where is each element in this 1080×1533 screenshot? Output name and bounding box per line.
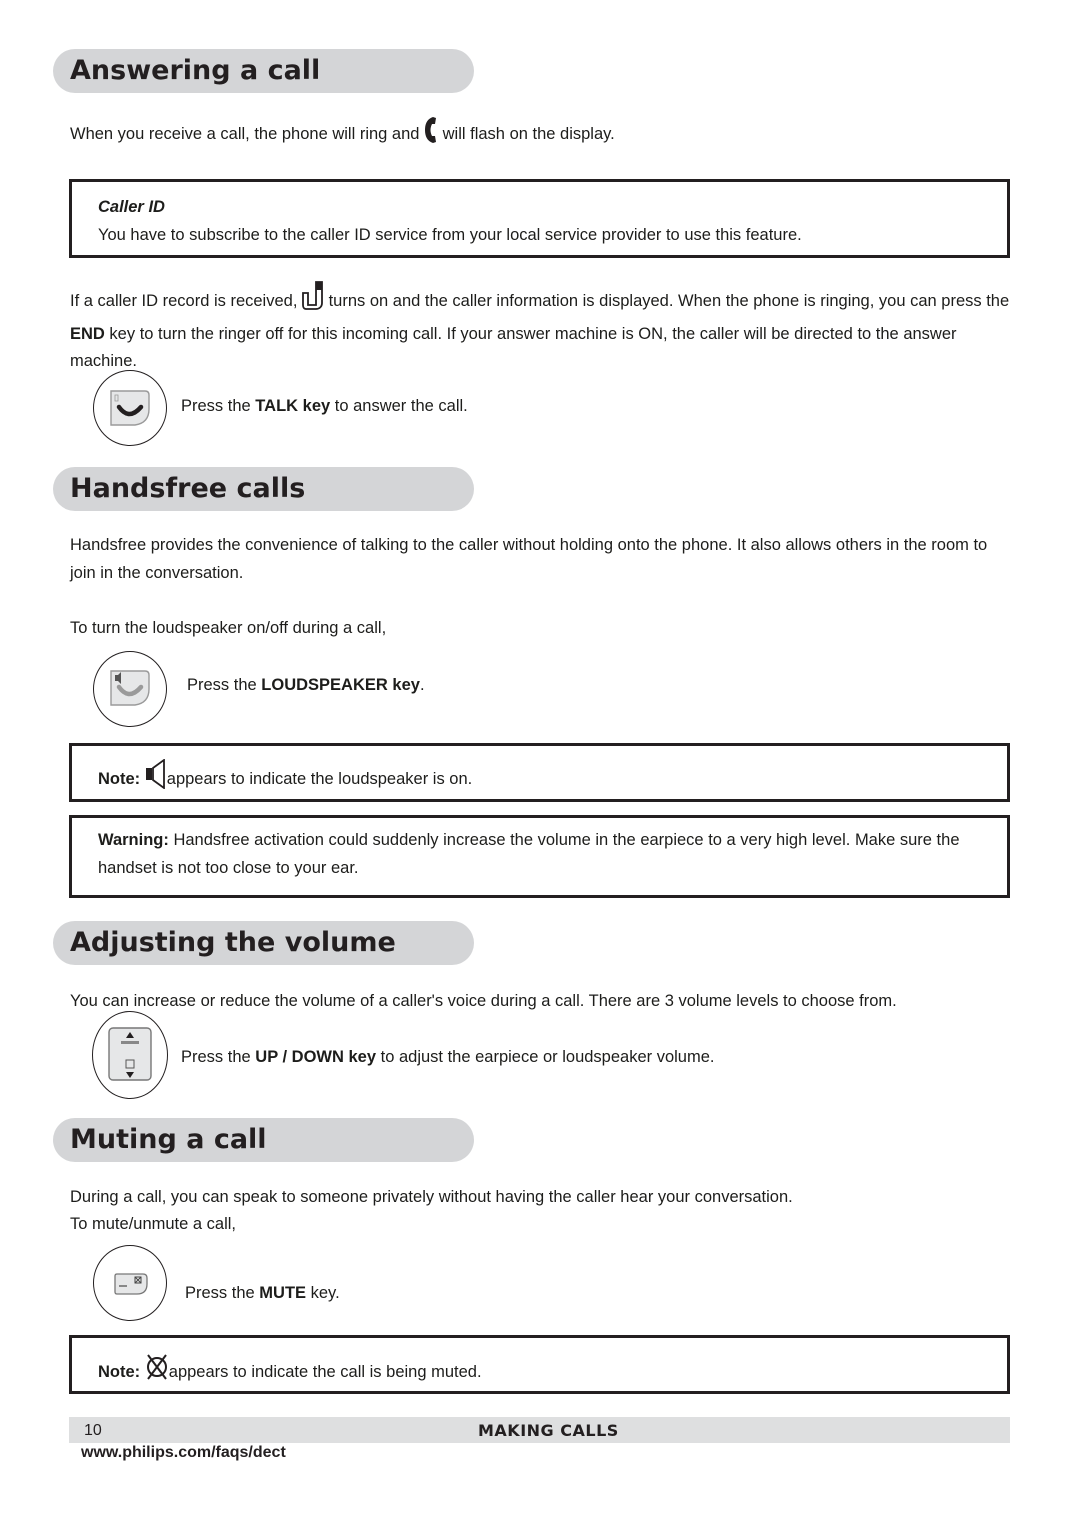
instruction-suffix: key. <box>306 1284 340 1302</box>
intro-text-2: will flash on the display. <box>438 125 615 143</box>
talk-key-illustration <box>93 370 167 446</box>
page-number: 10 <box>84 1422 102 1439</box>
loudspeaker-note-box: Note: appears to indicate the loudspeake… <box>69 743 1010 802</box>
instruction-prefix: Press the <box>181 397 256 415</box>
section-heading-muting: Muting a call <box>53 1118 474 1162</box>
caller-id-text-2: turns on and the caller information is d… <box>324 292 1010 310</box>
caller-id-box-text: You have to subscribe to the caller ID s… <box>98 226 802 244</box>
mute-key-label: MUTE <box>259 1284 307 1302</box>
note-label: Note: <box>98 1363 141 1381</box>
handset-icon <box>424 116 438 154</box>
up-down-key-icon <box>107 1026 153 1087</box>
support-url[interactable]: www.philips.com/faqs/dect <box>81 1441 286 1465</box>
warning-body: Handsfree activation could suddenly incr… <box>98 831 960 877</box>
caller-id-text-1: If a caller ID record is received, <box>70 292 302 310</box>
loudspeaker-icon <box>145 758 167 798</box>
caller-id-box-title: Caller ID <box>98 198 165 216</box>
loudspeaker-key-illustration <box>93 651 167 727</box>
caller-id-icon <box>302 281 324 321</box>
mute-note-box: Note: appears to indicate the call is be… <box>69 1335 1010 1394</box>
mute-note-text: appears to indicate the call is being mu… <box>168 1363 482 1381</box>
warning-box: Warning: Handsfree activation could sudd… <box>69 815 1010 898</box>
note-label: Note: <box>98 770 141 788</box>
handsfree-instruction-lead: To turn the loudspeaker on/off during a … <box>70 619 387 637</box>
mute-note: Note: appears to indicate the call is be… <box>98 1352 482 1391</box>
talk-key-icon <box>109 389 151 432</box>
caller-id-text-3: key to turn the ringer off for this inco… <box>70 324 957 371</box>
caller-id-paragraph: If a caller ID record is received, turns… <box>70 281 1015 376</box>
up-down-key-label: UP / DOWN key <box>255 1048 377 1066</box>
mute-icon <box>145 1352 169 1391</box>
loudspeaker-note-text: appears to indicate the loudspeaker is o… <box>166 770 473 788</box>
caller-id-box: Caller ID You have to subscribe to the c… <box>69 179 1010 258</box>
talk-key-label: TALK key <box>255 397 331 415</box>
chapter-label: MAKING CALLS <box>478 1421 619 1440</box>
loudspeaker-key-label: LOUDSPEAKER key <box>261 676 420 694</box>
instruction-prefix: Press the <box>181 1048 256 1066</box>
instruction-suffix: . <box>419 676 425 694</box>
answering-intro: When you receive a call, the phone will … <box>70 116 1015 154</box>
instruction-prefix: Press the <box>185 1284 260 1302</box>
section-heading-answering: Answering a call <box>53 49 474 93</box>
loudspeaker-key-instruction: Press the LOUDSPEAKER key. <box>187 674 425 696</box>
instruction-suffix: to answer the call. <box>330 397 468 415</box>
up-down-key-illustration <box>92 1011 168 1099</box>
intro-text-1: When you receive a call, the phone will … <box>70 125 425 143</box>
loudspeaker-key-icon <box>109 669 151 712</box>
muting-description: During a call, you can speak to someone … <box>70 1188 793 1206</box>
muting-instruction-lead: To mute/unmute a call, <box>70 1215 236 1233</box>
volume-description: You can increase or reduce the volume of… <box>70 992 897 1010</box>
talk-key-instruction: Press the TALK key to answer the call. <box>181 395 468 417</box>
instruction-suffix: to adjust the earpiece or loudspeaker vo… <box>376 1048 715 1066</box>
end-key-label: END <box>70 324 105 343</box>
mute-key-instruction: Press the MUTE key. <box>185 1282 340 1304</box>
up-down-key-instruction: Press the UP / DOWN key to adjust the ea… <box>181 1046 714 1068</box>
section-heading-volume: Adjusting the volume <box>53 921 474 965</box>
handsfree-description: Handsfree provides the convenience of ta… <box>70 536 988 582</box>
warning-text: Warning: Handsfree activation could sudd… <box>98 826 978 882</box>
loudspeaker-note: Note: appears to indicate the loudspeake… <box>98 758 473 798</box>
section-heading-handsfree: Handsfree calls <box>53 467 474 511</box>
instruction-prefix: Press the <box>187 676 262 694</box>
warning-label: Warning: <box>98 831 169 849</box>
mute-key-illustration <box>93 1245 167 1321</box>
mute-key-icon <box>113 1272 149 1301</box>
